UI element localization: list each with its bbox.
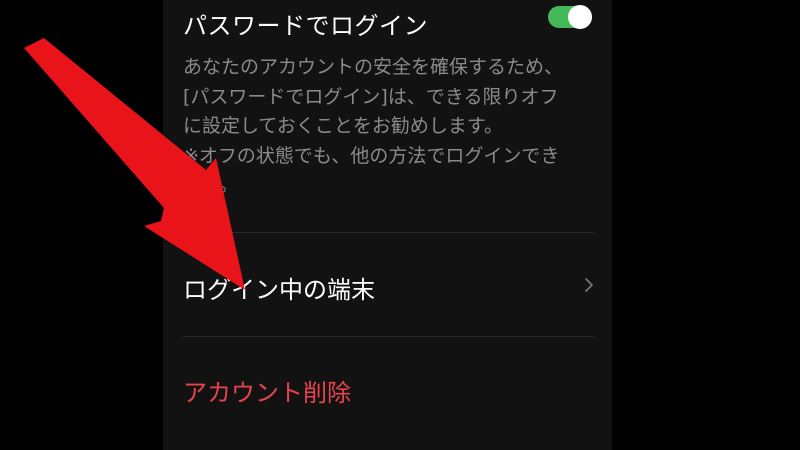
chevron-right-icon — [585, 278, 593, 292]
settings-panel: パスワードでログイン あなたのアカウントの安全を確保するため、 [パスワードでロ… — [163, 0, 612, 450]
password-login-description: あなたのアカウントの安全を確保するため、 [パスワードでログイン]は、できる限り… — [183, 53, 603, 201]
password-login-toggle[interactable] — [548, 5, 592, 29]
description-line: に設定しておくことをお勧めします。 — [183, 115, 503, 137]
description-line: あなたのアカウントの安全を確保するため、 — [183, 56, 564, 78]
description-line: [パスワードでログイン]は、できる限りオフ — [183, 85, 559, 108]
delete-account-row[interactable]: アカウント削除 — [163, 337, 612, 437]
screen: パスワードでログイン あなたのアカウントの安全を確保するため、 [パスワードでロ… — [0, 0, 800, 450]
password-login-title: パスワードでログイン — [183, 12, 428, 40]
logged-in-devices-row[interactable]: ログイン中の端末 — [163, 233, 612, 336]
toggle-knob — [568, 5, 592, 29]
description-line: ます。 — [183, 174, 239, 196]
delete-account-label: アカウント削除 — [183, 379, 351, 407]
description-line: ※オフの状態でも、他の方法でログインでき — [183, 144, 560, 167]
logged-in-devices-label: ログイン中の端末 — [183, 276, 375, 304]
